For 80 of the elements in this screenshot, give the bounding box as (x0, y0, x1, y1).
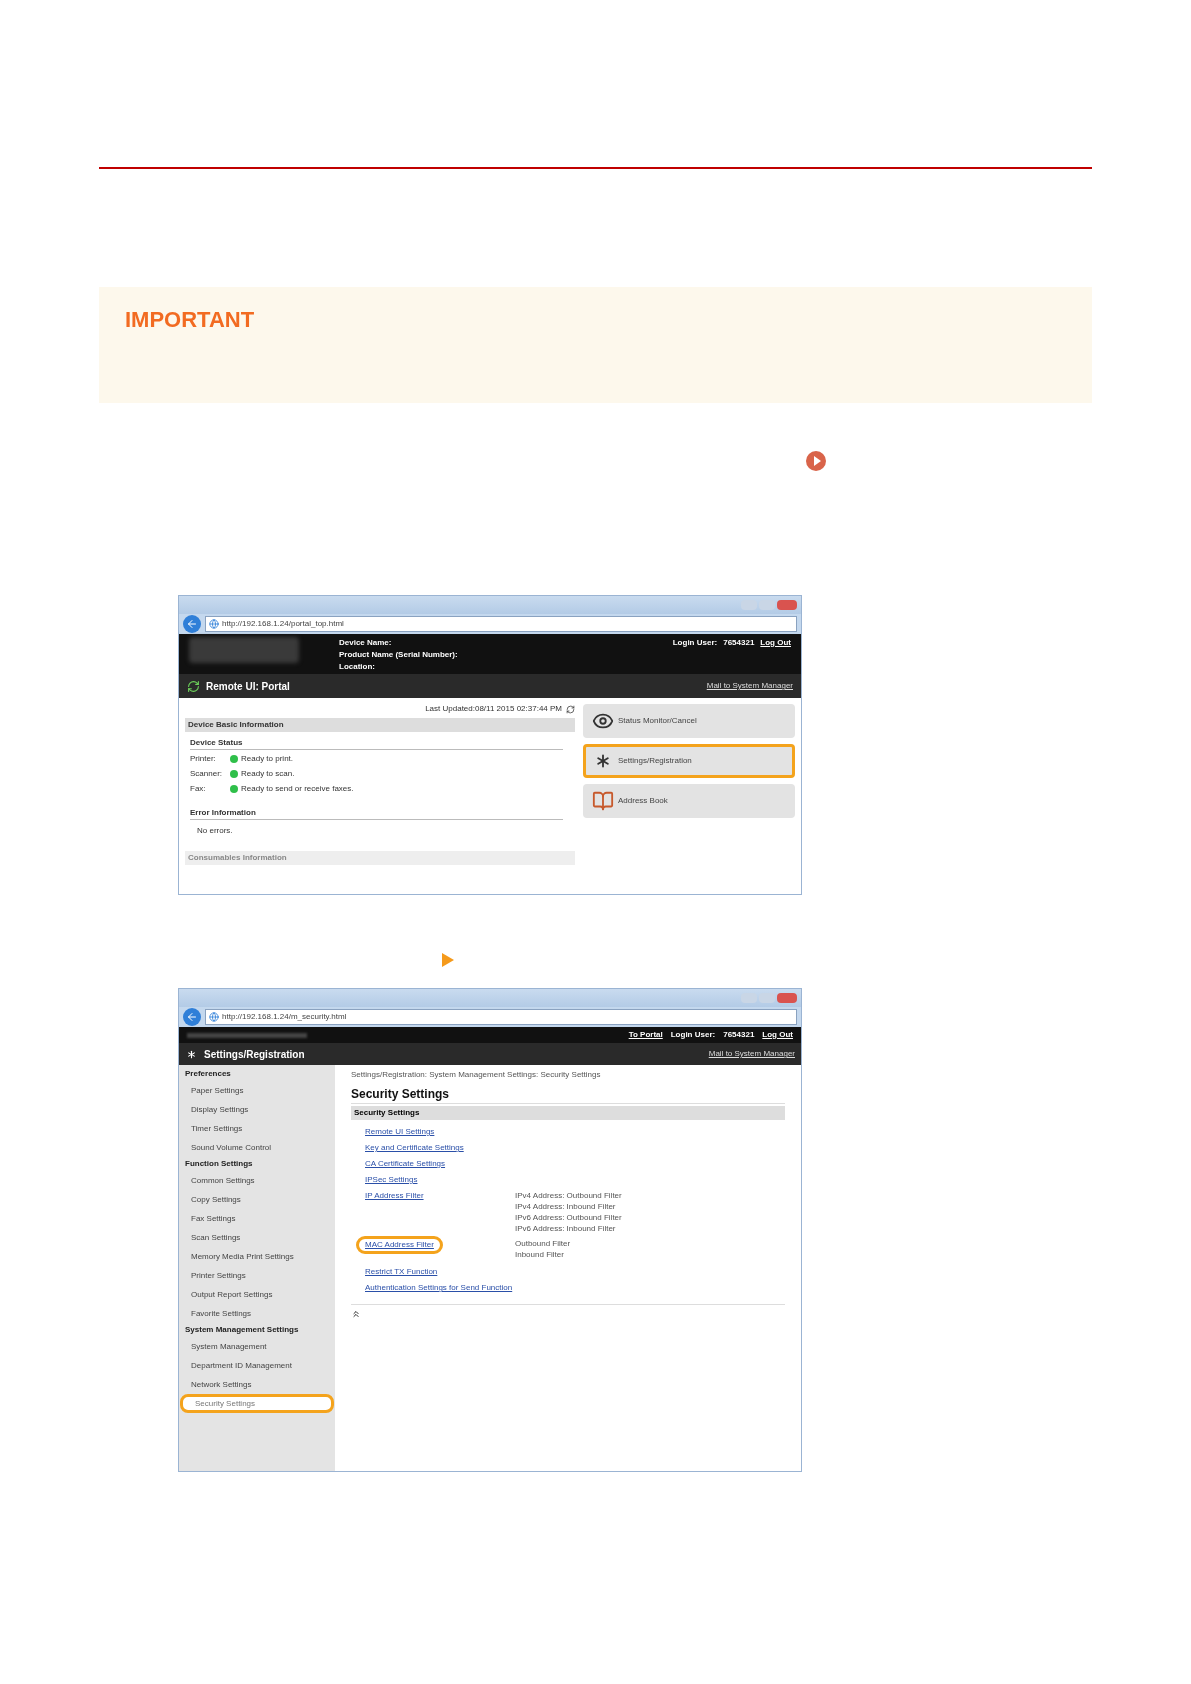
settings-link[interactable]: Remote UI Settings (365, 1124, 435, 1140)
page-heading: Security Settings (351, 1085, 785, 1104)
field-label: Login User: (670, 1029, 716, 1041)
logout-link[interactable]: Log Out (760, 637, 791, 649)
menu-button[interactable]: Settings/Registration (583, 744, 795, 778)
section-header: Consumables Information (185, 851, 575, 865)
filter-note: IPv4 Address: Outbound Filter (515, 1190, 622, 1201)
mail-link[interactable]: Mail to System Manager (708, 1048, 795, 1060)
status-text: Ready to print. (241, 753, 294, 765)
sidebar-item[interactable]: Common Settings (179, 1171, 335, 1190)
page-title: Settings/Registration (204, 1047, 305, 1062)
timestamp: Last Updated:08/11 2015 02:37:44 PM (425, 703, 562, 715)
mail-link[interactable]: Mail to System Manager (706, 680, 793, 692)
menu-button[interactable]: Status Monitor/Cancel (583, 704, 795, 738)
sidebar-item[interactable]: Scan Settings (179, 1228, 335, 1247)
sidebar-item[interactable]: Output Report Settings (179, 1285, 335, 1304)
menu-button[interactable]: Address Book (583, 784, 795, 818)
sidebar-item[interactable]: Network Settings (179, 1375, 335, 1394)
subheading: Error Information (190, 807, 563, 820)
close-icon[interactable] (777, 600, 797, 610)
status-label: Scanner: (190, 768, 224, 780)
field-label: Device Name: (339, 637, 393, 649)
filter-note: Outbound Filter (515, 1238, 571, 1249)
sidebar-item[interactable]: Memory Media Print Settings (179, 1247, 335, 1266)
portal-title: Remote UI: Portal (206, 679, 290, 694)
close-icon[interactable] (777, 993, 797, 1003)
settings-link[interactable]: Authentication Settings for Send Function (365, 1280, 513, 1296)
sidebar-item[interactable]: Fax Settings (179, 1209, 335, 1228)
sidebar-item[interactable]: Department ID Management (179, 1356, 335, 1375)
status-text: Ready to scan. (241, 768, 295, 780)
sidebar-item[interactable]: Timer Settings (179, 1119, 335, 1138)
user-id: 7654321 (723, 637, 755, 649)
status-text: Ready to send or receive faxes. (241, 783, 354, 795)
important-heading: IMPORTANT (125, 307, 255, 332)
globe-icon (209, 1012, 219, 1022)
arrow-icon (442, 953, 454, 967)
sidebar-heading: Function Settings (184, 1158, 254, 1170)
portal-icon (187, 679, 200, 693)
top-icon[interactable] (351, 1309, 361, 1319)
filter-note: IPv4 Address: Inbound Filter (515, 1201, 617, 1212)
settings-link[interactable]: Restrict TX Function (365, 1264, 438, 1280)
sidebar-heading: Preferences (184, 1068, 232, 1080)
sidebar-item[interactable]: System Management (179, 1337, 335, 1356)
filter-note: IPv6 Address: Outbound Filter (515, 1212, 622, 1223)
section-header: Security Settings (351, 1106, 785, 1120)
breadcrumb: Settings/Registration: System Management Settings: Security Settings (351, 1069, 602, 1081)
settings-link[interactable]: IPSec Settings (365, 1172, 418, 1188)
logout-link[interactable]: Log Out (762, 1029, 793, 1041)
sidebar-item[interactable]: Display Settings (179, 1100, 335, 1119)
settings-link[interactable]: IP Address Filter (365, 1188, 424, 1204)
back-icon[interactable] (183, 615, 201, 633)
back-icon[interactable] (183, 1008, 201, 1026)
sidebar-item[interactable]: Sound Volume Control (179, 1138, 335, 1157)
address-bar[interactable]: http://192.168.1.24/portal_top.html (205, 616, 797, 632)
error-text: No errors. (197, 825, 234, 837)
user-id: 7654321 (723, 1029, 755, 1041)
sidebar-item[interactable]: Security Settings (180, 1394, 334, 1413)
field-label: Product Name (Serial Number): (339, 649, 458, 661)
status-label: Fax: (190, 783, 207, 795)
sidebar-heading: System Management Settings (184, 1324, 300, 1336)
settings-link[interactable]: CA Certificate Settings (365, 1156, 446, 1172)
refresh-icon[interactable] (566, 704, 575, 714)
address-bar[interactable]: http://192.168.1.24/m_security.html (205, 1009, 797, 1025)
subheading: Device Status (190, 737, 563, 750)
settings-link[interactable]: Key and Certificate Settings (365, 1140, 464, 1156)
globe-icon (209, 619, 219, 629)
field-label: Login User: (672, 637, 718, 649)
status-label: Printer: (190, 753, 217, 765)
filter-note: IPv6 Address: Inbound Filter (515, 1223, 617, 1234)
book-icon (592, 790, 614, 812)
sidebar-item[interactable]: Printer Settings (179, 1266, 335, 1285)
sidebar-item[interactable]: Paper Settings (179, 1081, 335, 1100)
portal-link[interactable]: To Portal (628, 1029, 663, 1041)
sidebar-item[interactable]: Favorite Settings (179, 1304, 335, 1323)
sidebar-item[interactable]: Copy Settings (179, 1190, 335, 1209)
settings-link[interactable]: MAC Address Filter (356, 1236, 443, 1254)
play-icon[interactable] (806, 451, 826, 471)
section-header: Device Basic Information (185, 718, 575, 732)
filter-note: Inbound Filter (515, 1249, 565, 1260)
field-label: Location: (339, 661, 376, 673)
